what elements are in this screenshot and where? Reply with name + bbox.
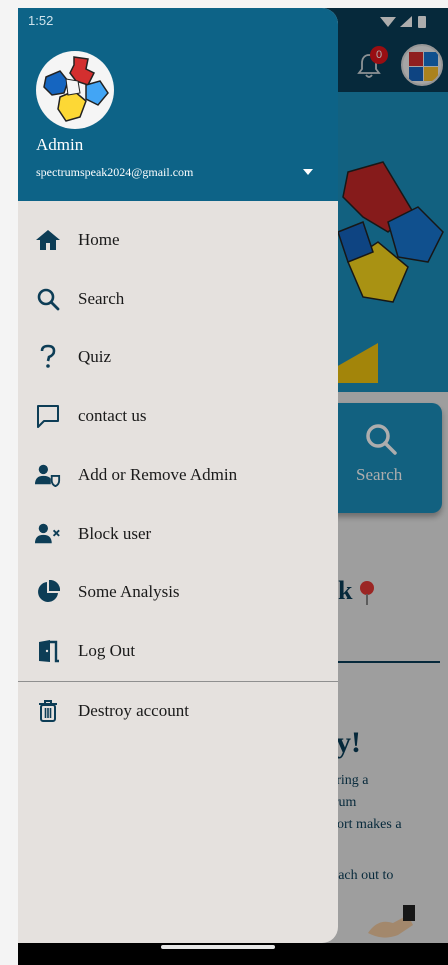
menu-item-home[interactable]: Home [18,211,338,269]
menu-item-block-user[interactable]: Block user [18,505,338,563]
admin-email: spectrumspeak2024@gmail.com [36,165,194,179]
menu-label: Log Out [78,641,136,660]
menu-item-some-analysis[interactable]: Some Analysis [18,563,338,621]
trash-icon [35,698,61,724]
menu-label: Block user [78,524,152,543]
puzzle-logo-icon [36,51,114,129]
phone-screen: 0 Search k y! ering a trum port makes a … [18,8,448,965]
search-icon [35,286,61,312]
menu-item-add-remove-admin[interactable]: Add or Remove Admin [18,446,338,504]
menu-item-log-out[interactable]: Log Out [18,622,338,680]
menu-label: Home [78,230,120,249]
pie-chart-icon [35,579,61,605]
admin-shield-icon [35,462,61,488]
chat-icon [35,403,61,429]
status-time: 1:52 [28,13,54,28]
home-gesture-pill[interactable] [161,945,275,949]
logout-door-icon [35,638,61,664]
menu-label: contact us [78,406,147,425]
menu-item-contact-us[interactable]: contact us [18,387,338,445]
menu-label: Search [78,289,125,308]
block-user-icon [35,521,61,547]
account-dropdown-arrow-icon[interactable] [303,169,313,175]
question-icon [35,344,61,370]
status-bar: 1:52 [18,8,338,34]
admin-name: Admin [36,135,84,154]
menu-item-destroy-account[interactable]: Destroy account [18,682,338,740]
menu-label: Destroy account [78,701,189,720]
navigation-drawer: 1:52 Admin spectrumspeak2024@gmail.com H… [18,8,338,943]
menu-label: Quiz [78,347,112,366]
home-icon [35,227,61,253]
menu-label: Some Analysis [78,582,180,601]
menu-item-quiz[interactable]: Quiz [18,328,338,386]
menu-label: Add or Remove Admin [78,465,238,484]
menu-item-search[interactable]: Search [18,270,338,328]
